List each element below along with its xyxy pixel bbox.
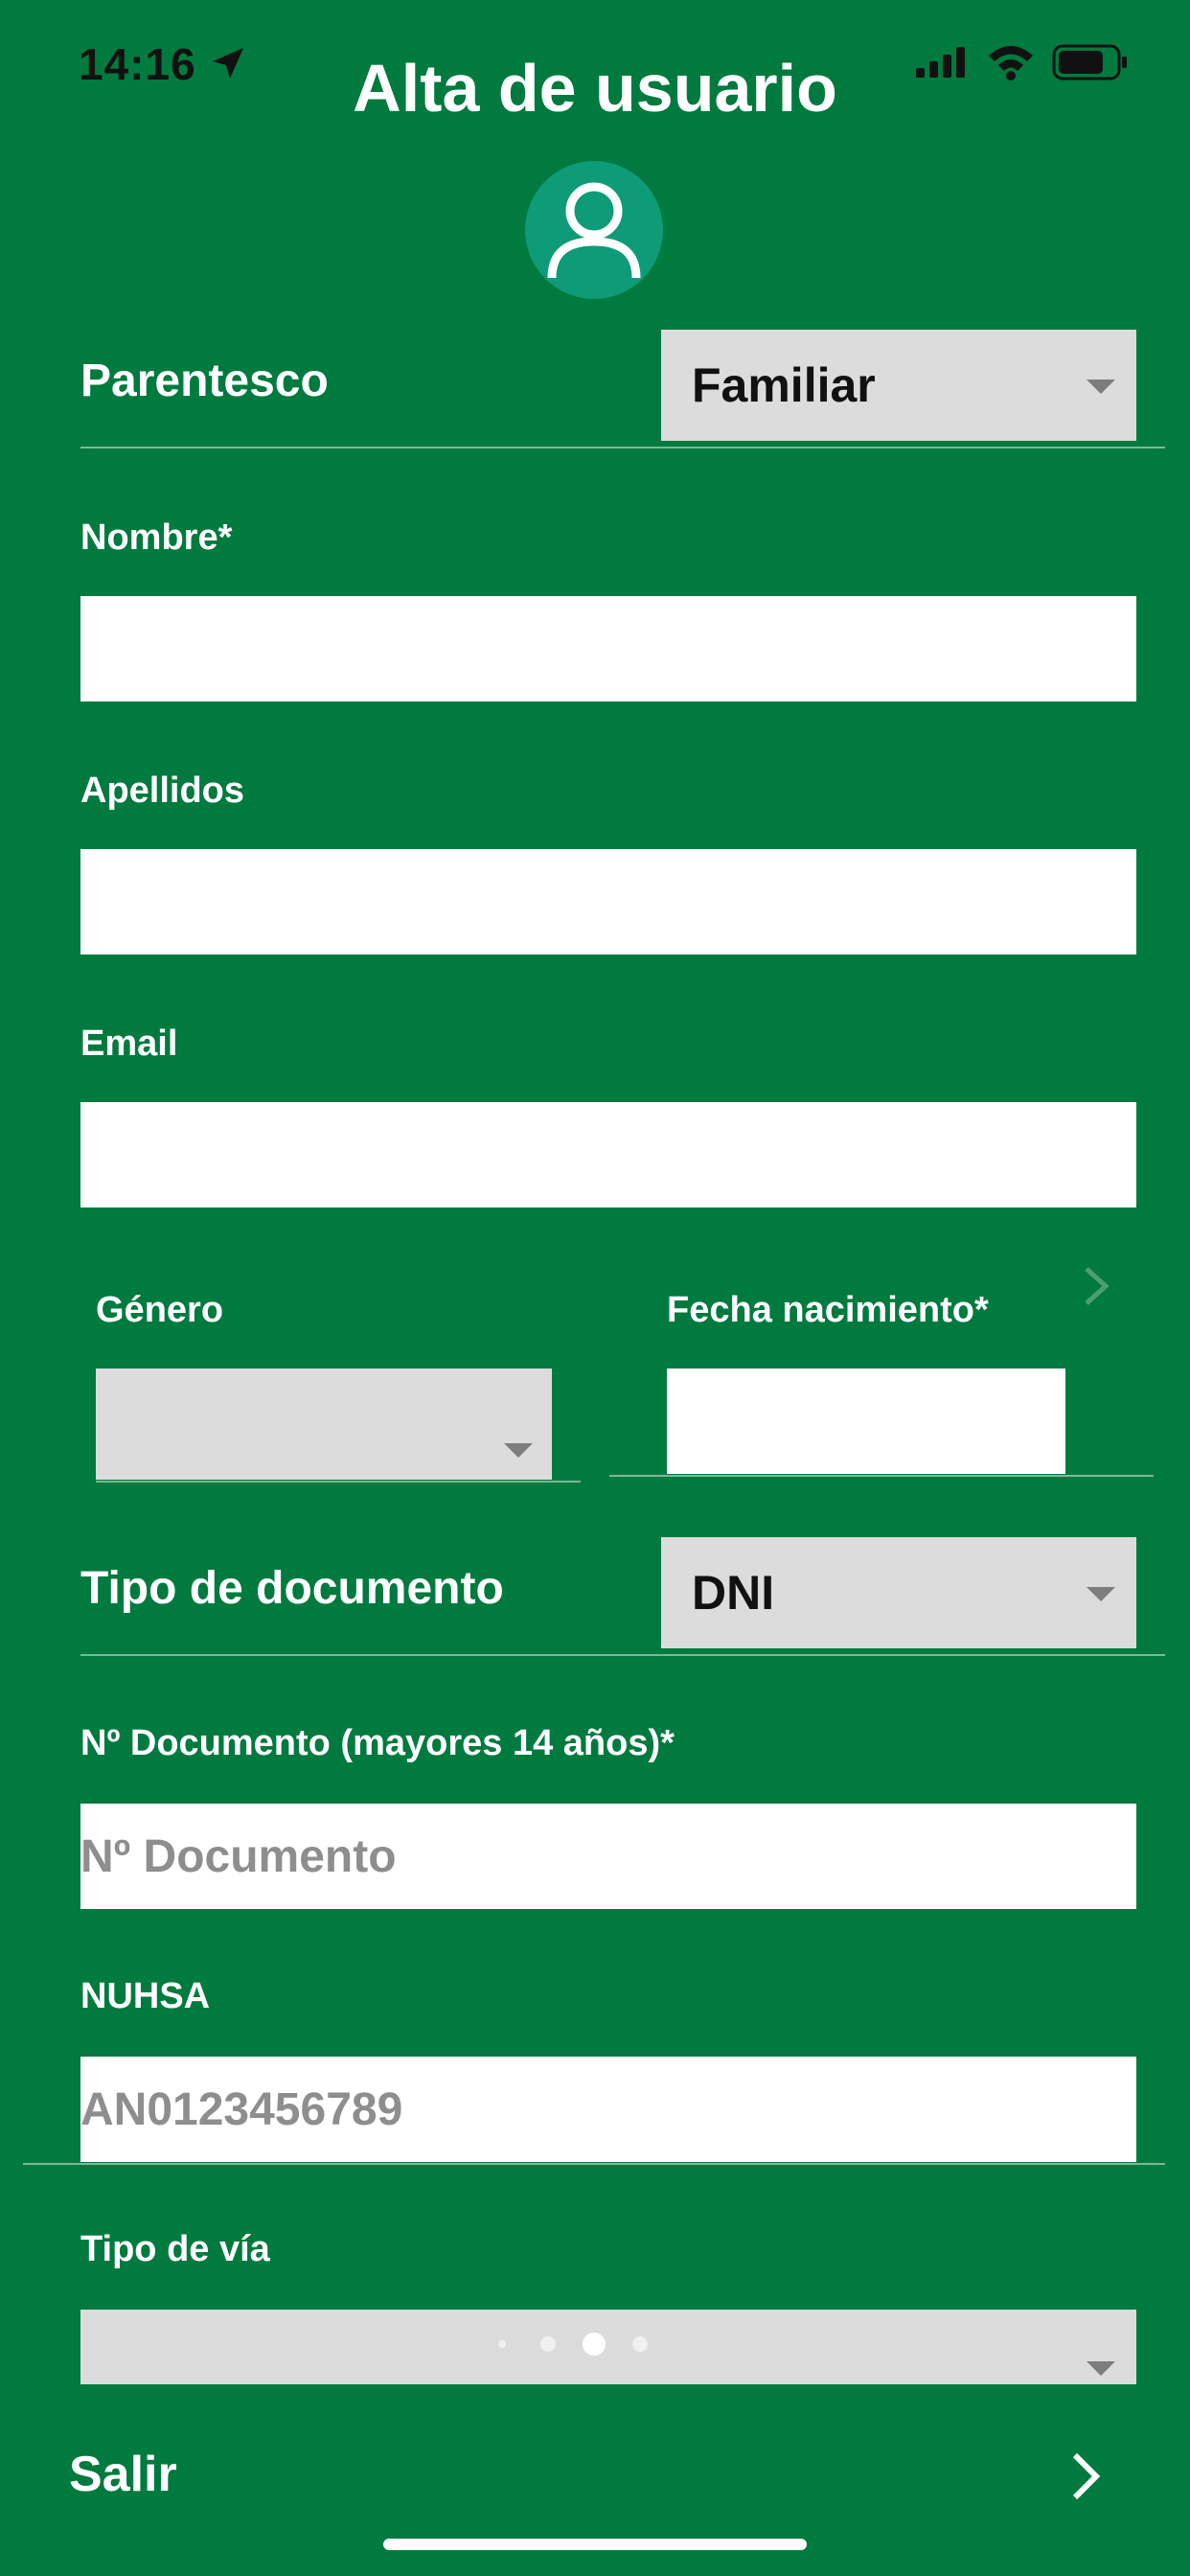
- tipo-documento-value: DNI: [692, 1566, 775, 1620]
- exit-button[interactable]: Salir: [69, 2446, 177, 2503]
- chevron-right-icon[interactable]: [1067, 2450, 1106, 2503]
- parentesco-select[interactable]: Familiar: [661, 330, 1136, 441]
- divider: [80, 447, 1165, 448]
- chevron-down-icon: [1087, 380, 1115, 394]
- tipo-via-label: Tipo de vía: [80, 2229, 270, 2269]
- divider: [96, 1481, 581, 1483]
- chevron-right-icon[interactable]: [1079, 1263, 1113, 1309]
- nuhsa-label: NUHSA: [80, 1976, 211, 2016]
- chevron-down-icon: [1087, 1587, 1115, 1601]
- apellidos-label: Apellidos: [80, 770, 245, 811]
- divider: [80, 1654, 1165, 1656]
- fecha-nacimiento-input[interactable]: [667, 1368, 1065, 1474]
- num-documento-input[interactable]: Nº Documento: [80, 1804, 1136, 1909]
- apellidos-input[interactable]: [80, 849, 1136, 954]
- page-title: Alta de usuario: [353, 51, 837, 126]
- nuhsa-input[interactable]: AN0123456789: [80, 2057, 1136, 2162]
- page-dot: [498, 2340, 506, 2348]
- home-indicator: [383, 2539, 807, 2550]
- genero-label: Género: [96, 1290, 224, 1330]
- parentesco-label: Parentesco: [80, 356, 329, 406]
- divider: [23, 2163, 1165, 2165]
- chevron-down-icon: [1087, 2361, 1115, 2376]
- email-input[interactable]: [80, 1102, 1136, 1208]
- nombre-label: Nombre*: [80, 518, 233, 558]
- genero-select[interactable]: [96, 1368, 552, 1480]
- divider: [609, 1475, 1154, 1477]
- user-icon: [525, 161, 663, 299]
- parentesco-value: Familiar: [692, 358, 876, 412]
- chevron-down-icon: [504, 1443, 533, 1458]
- page-dot-active: [583, 2333, 606, 2356]
- page-indicator[interactable]: [479, 2325, 671, 2363]
- fecha-nacimiento-label: Fecha nacimiento*: [667, 1290, 989, 1330]
- num-documento-label: Nº Documento (mayores 14 años)*: [80, 1723, 675, 1763]
- email-label: Email: [80, 1024, 178, 1064]
- tipo-documento-label: Tipo de documento: [80, 1563, 504, 1614]
- page-dot: [632, 2336, 648, 2352]
- nombre-input[interactable]: [80, 596, 1136, 702]
- tipo-documento-select[interactable]: DNI: [661, 1537, 1136, 1648]
- page-dot: [540, 2336, 556, 2352]
